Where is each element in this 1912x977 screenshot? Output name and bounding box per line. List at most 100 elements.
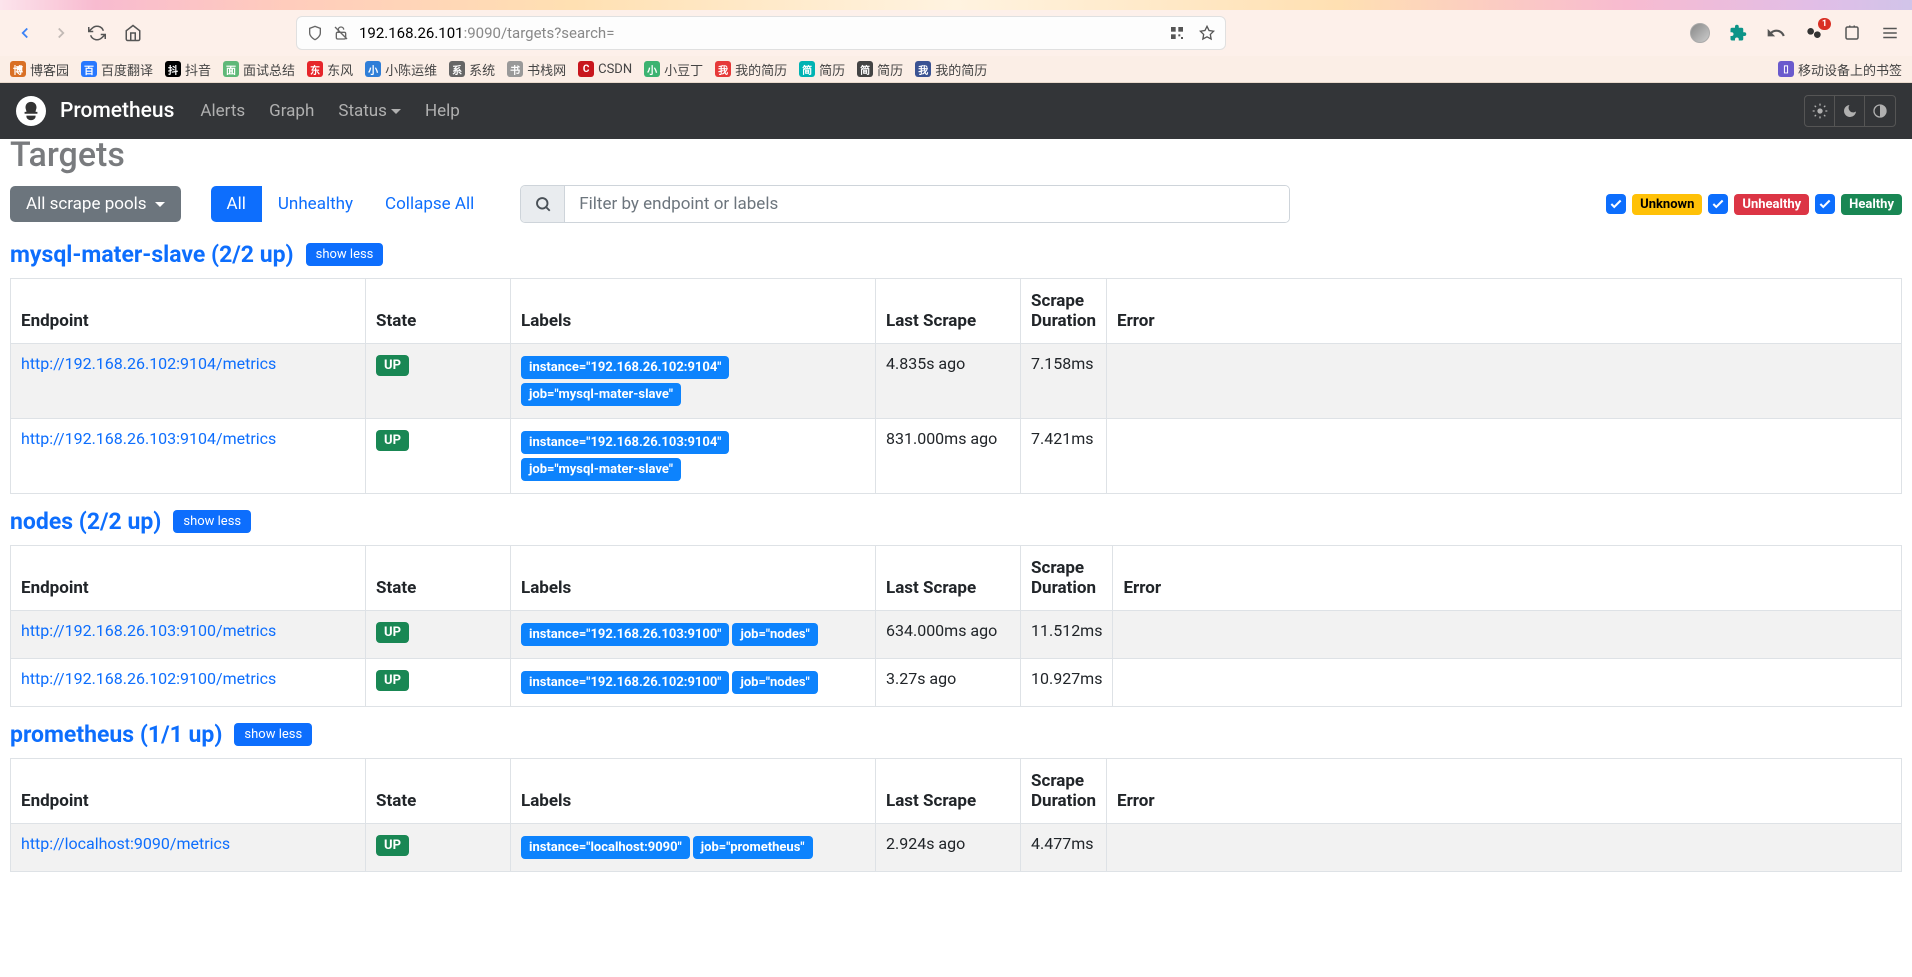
notification-badge: 1 [1818,18,1831,30]
pool-title-link[interactable]: nodes (2/2 up) [10,508,161,535]
table-row: http://192.168.26.102:9104/metricsUPinst… [11,344,1902,419]
show-less-button[interactable]: show less [234,723,312,746]
show-less-button[interactable]: show less [173,510,251,533]
label-tag: instance="localhost:9090" [521,836,690,859]
label-tag: job="mysql-mater-slave" [521,458,681,481]
label-tag: instance="192.168.26.103:9100" [521,623,729,646]
page-title: Targets [10,135,1902,175]
endpoint-link[interactable]: http://localhost:9090/metrics [21,834,230,853]
filter-all-button[interactable]: All [211,186,262,222]
label-tag: instance="192.168.26.103:9104" [521,431,729,454]
error-cell [1107,824,1902,872]
bookmark-favicon: 东 [307,61,323,77]
undo-arrow-icon[interactable] [1766,23,1786,43]
pool-title-link[interactable]: prometheus (1/1 up) [10,721,222,748]
bookmark-item[interactable]: CCSDN [578,60,632,79]
label-tag: job="mysql-mater-slave" [521,383,681,406]
state-badge: UP [376,835,409,856]
nav-status[interactable]: Status [338,101,401,121]
duration-cell: 11.512ms [1021,611,1113,659]
prometheus-brand[interactable]: Prometheus [60,99,174,123]
state-badge: UP [376,355,409,376]
toolbar-right: 1 [1690,23,1900,43]
collapse-all-button[interactable]: Collapse All [369,186,490,222]
healthy-checkbox[interactable] [1815,194,1835,214]
table-header: Labels [511,759,876,824]
unhealthy-badge: Unhealthy [1734,194,1809,215]
reload-button[interactable] [84,20,110,46]
table-header: Endpoint [11,279,366,344]
forward-button[interactable] [48,20,74,46]
bookmark-item[interactable]: 抖抖音 [165,60,211,79]
puzzle-icon[interactable] [1728,23,1748,43]
state-badge: UP [376,430,409,451]
endpoint-link[interactable]: http://192.168.26.103:9100/metrics [21,621,276,640]
theme-dark-button[interactable] [1835,96,1865,126]
browser-toolbar: 192.168.26.101:9090/targets?search= 1 [0,10,1912,56]
table-header: Last Scrape [876,759,1021,824]
qr-icon[interactable] [1169,25,1185,41]
last-scrape-cell: 634.000ms ago [876,611,1021,659]
last-scrape-cell: 3.27s ago [876,659,1021,707]
state-badge: UP [376,622,409,643]
pool-header: mysql-mater-slave (2/2 up) show less [10,241,1902,268]
bug-icon[interactable]: 1 [1804,23,1824,43]
search-icon [521,186,565,222]
lock-slash-icon [333,25,349,41]
bookmark-item[interactable]: 小小陈运维 [365,60,437,79]
bookmark-favicon: 小 [365,61,381,77]
endpoint-link[interactable]: http://192.168.26.103:9104/metrics [21,429,276,448]
table-header: Last Scrape [876,279,1021,344]
extension-icon[interactable] [1842,23,1862,43]
profile-icon[interactable] [1690,23,1710,43]
nav-help[interactable]: Help [425,101,460,121]
state-badge: UP [376,670,409,691]
theme-contrast-button[interactable] [1865,96,1895,126]
bookmark-item[interactable]: 我我的简历 [715,60,787,79]
bookmark-item[interactable]: 面面试总结 [223,60,295,79]
table-row: http://192.168.26.103:9104/metrics UP inst… [11,419,1902,494]
last-scrape-cell: 2.924s ago [876,824,1021,872]
search-input[interactable] [565,186,1289,222]
bookmark-item[interactable]: 百百度翻译 [81,60,153,79]
theme-switcher [1804,95,1896,127]
bookmark-favicon: 博 [10,61,26,77]
duration-cell: 7.158ms [1021,344,1107,419]
endpoint-link[interactable]: http://192.168.26.102:9104/metrics [21,354,276,373]
unknown-checkbox[interactable] [1606,194,1626,214]
endpoint-link[interactable]: http://192.168.26.102:9100/metrics [21,669,276,688]
show-less-button[interactable]: show less [306,243,384,266]
nav-graph[interactable]: Graph [269,101,314,121]
filter-unhealthy-button[interactable]: Unhealthy [262,186,369,222]
label-tag: instance="192.168.26.102:9100" [521,671,729,694]
bookmark-favicon: 面 [223,61,239,77]
scrape-pools-dropdown[interactable]: All scrape pools [10,186,181,222]
table-header: Labels [511,279,876,344]
bookmark-item[interactable]: 小小豆丁 [644,60,703,79]
mobile-bookmarks[interactable]: ▯ 移动设备上的书签 [1778,60,1902,79]
table-header: Error [1113,546,1902,611]
nav-alerts[interactable]: Alerts [200,101,245,121]
bookmark-item[interactable]: 博博客园 [10,60,69,79]
theme-light-button[interactable] [1805,96,1835,126]
star-icon[interactable] [1199,25,1215,41]
error-cell [1107,344,1902,419]
pool-header: prometheus (1/1 up) show less [10,721,1902,748]
url-bar[interactable]: 192.168.26.101:9090/targets?search= [296,16,1226,50]
pool-title-link[interactable]: mysql-mater-slave (2/2 up) [10,241,294,268]
bookmark-favicon: 百 [81,61,97,77]
table-row: http://192.168.26.102:9100/metrics UP inst… [11,659,1902,707]
bookmarks-bar: 博博客园百百度翻译抖抖音面面试总结东东风小小陈运维系系统书书栈网 CCSDN 小小豆… [0,56,1912,83]
prometheus-logo-icon[interactable] [16,96,46,126]
bookmark-item[interactable]: 书书栈网 [507,60,566,79]
targets-table: EndpointStateLabelsLast ScrapeScrape Dur… [10,278,1902,494]
home-button[interactable] [120,20,146,46]
bookmark-item[interactable]: 东东风 [307,60,353,79]
bookmark-item[interactable]: 我我的简历 [915,60,987,79]
back-button[interactable] [12,20,38,46]
bookmark-item[interactable]: 系系统 [449,60,495,79]
unhealthy-checkbox[interactable] [1708,194,1728,214]
bookmark-item[interactable]: 简简历 [799,60,845,79]
hamburger-menu-icon[interactable] [1880,23,1900,43]
bookmark-item[interactable]: 简简历 [857,60,903,79]
